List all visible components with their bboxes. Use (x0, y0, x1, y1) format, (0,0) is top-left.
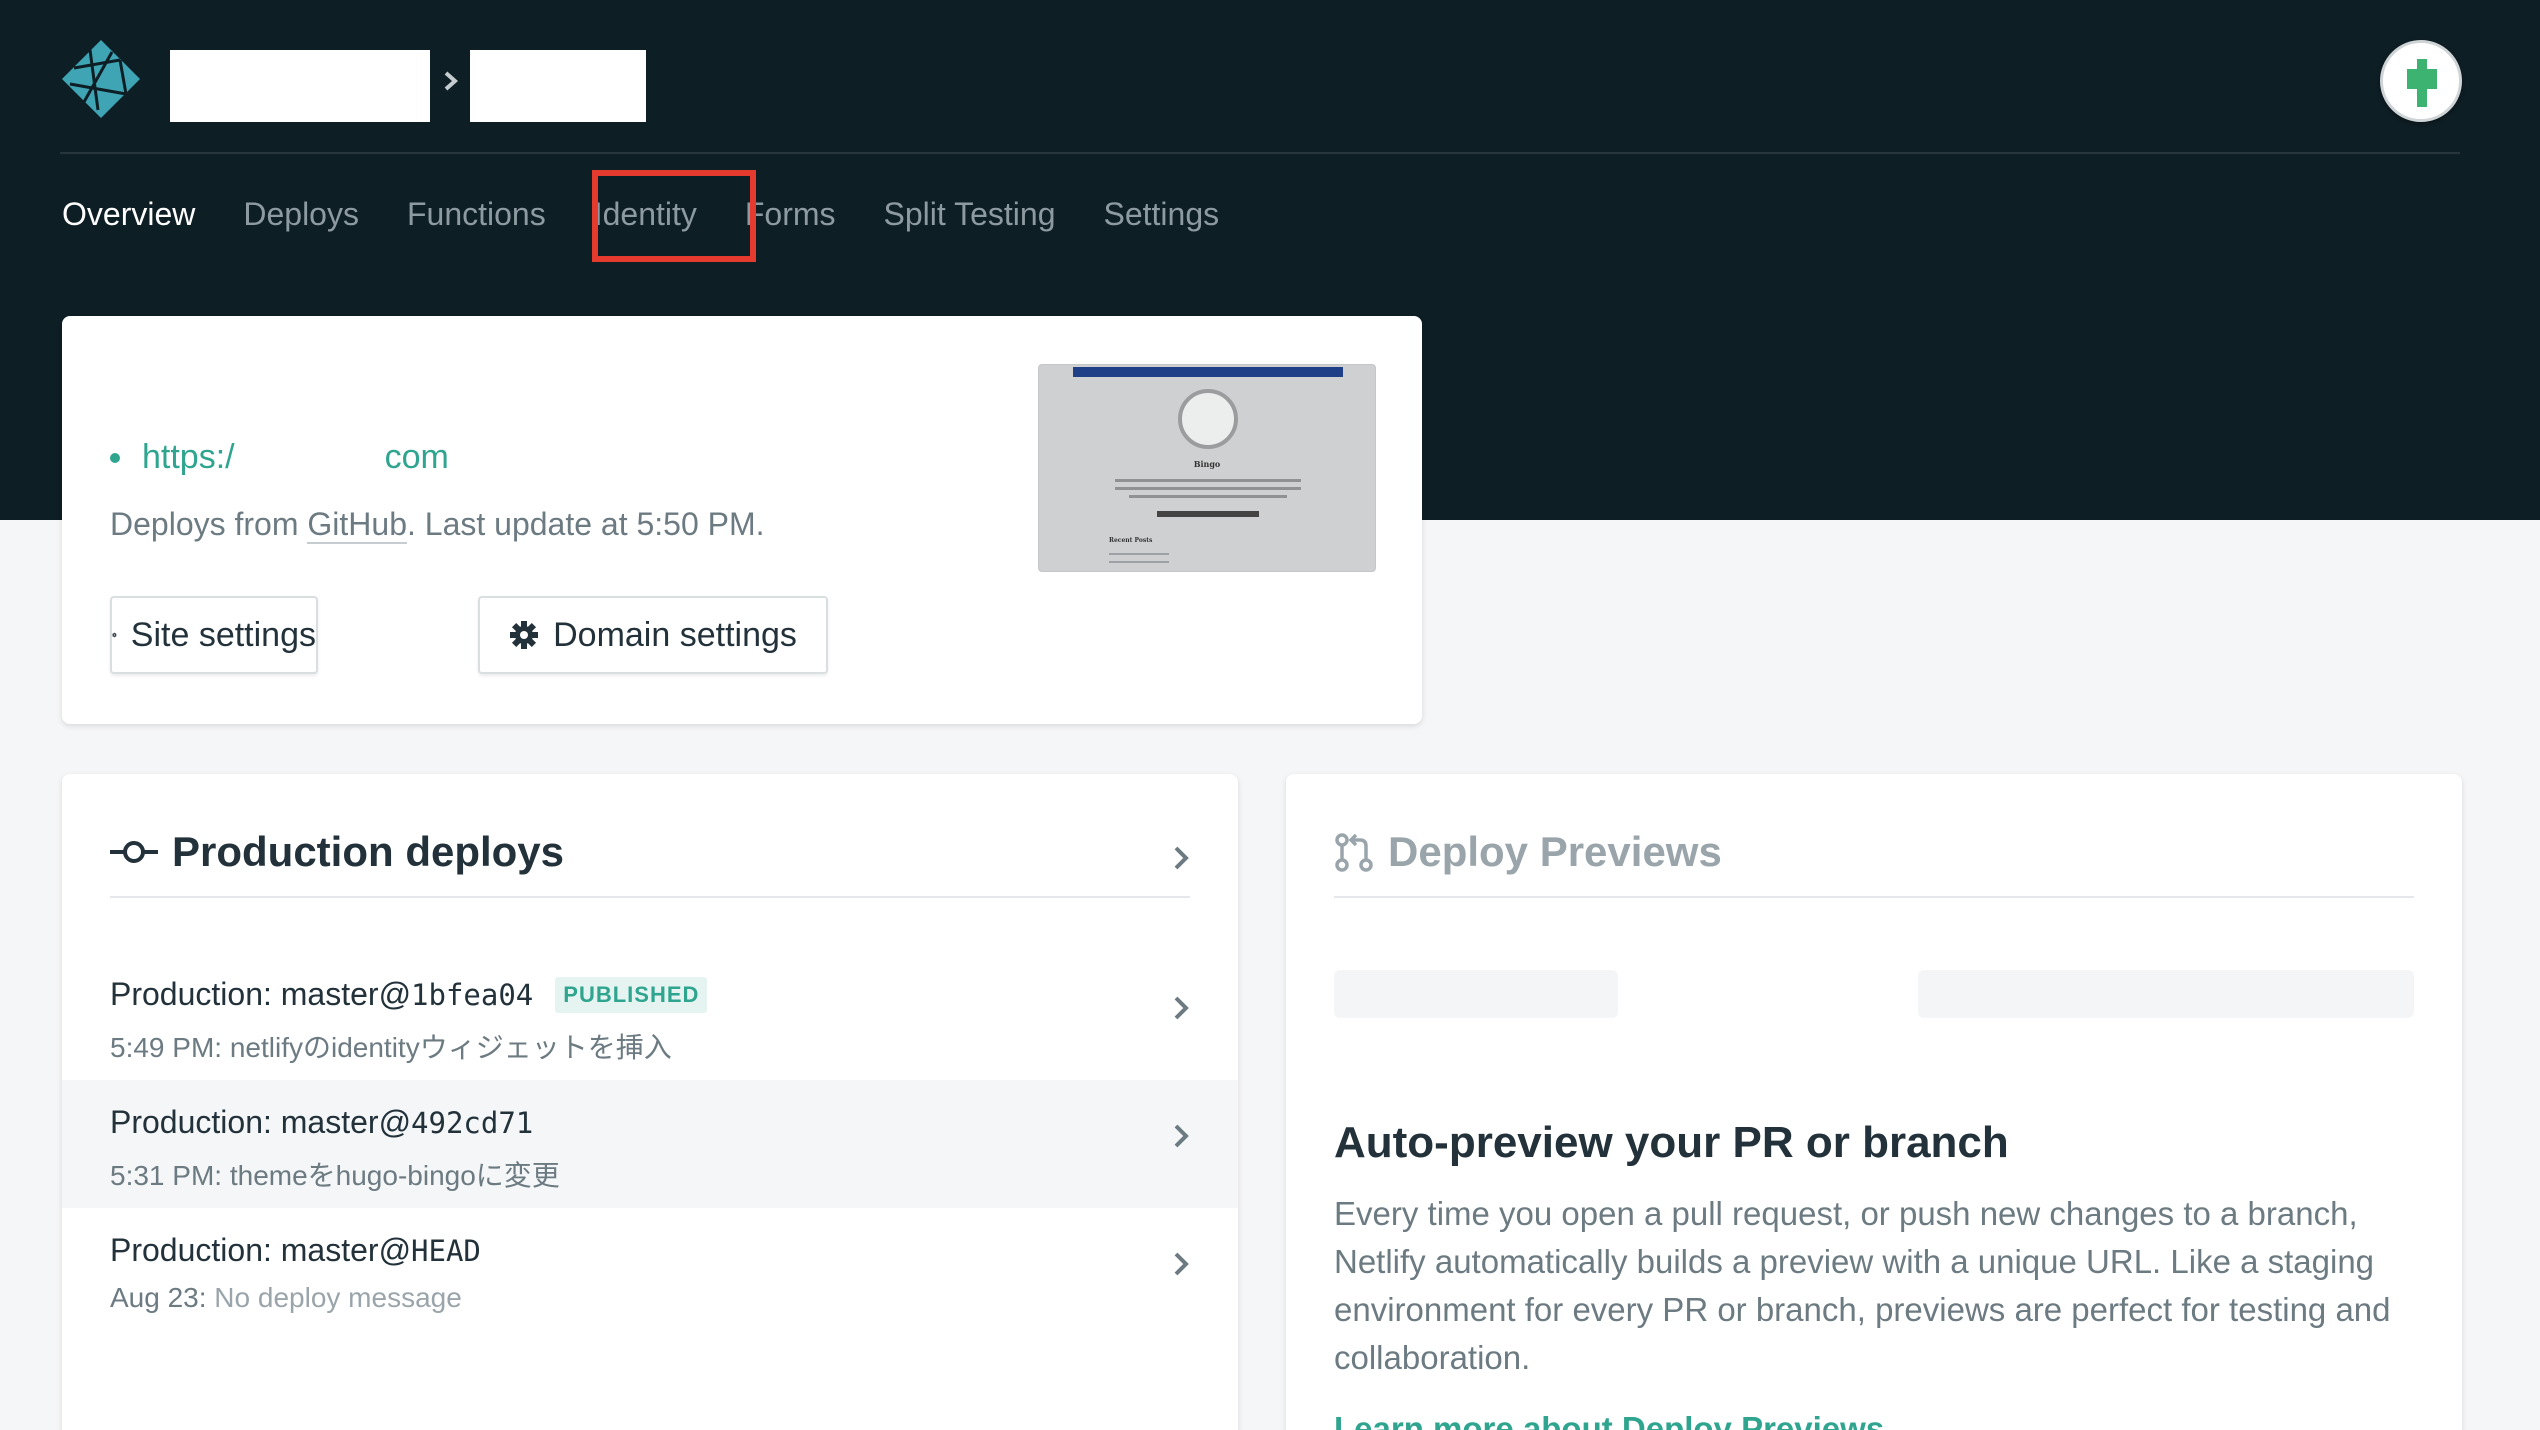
deploy-time: 5:31 PM: (110, 1160, 223, 1191)
production-deploys-title[interactable]: Production deploys (110, 828, 564, 876)
deploy-message: 5:31 PM: themeをhugo-bingoに変更 (110, 1154, 560, 1194)
thumb-recent-posts: Recent Posts (1109, 537, 1153, 544)
deploy-branch: Production: master@ (110, 976, 412, 1012)
status-dot-icon (110, 452, 120, 463)
breadcrumb-team[interactable] (170, 50, 430, 122)
deploy-message: Aug 23: No deploy message (110, 1282, 462, 1314)
tab-overview[interactable]: Overview (62, 190, 195, 238)
status-badge: PUBLISHED (555, 976, 708, 1013)
chevron-right-icon[interactable] (1172, 844, 1190, 872)
site-url-link[interactable]: https:/ com (110, 438, 449, 477)
thumb-navbar (1073, 367, 1343, 377)
deploy-source-text: Deploys from GitHub. Last update at 5:50… (110, 506, 765, 544)
deploy-title: Production: master@ 492cd71 (110, 1104, 533, 1141)
deploy-row[interactable]: Production: master@ HEAD Aug 23: No deplo… (62, 1208, 1238, 1336)
site-overview-card: https:/ com Deploys from GitHub. Last up… (62, 316, 1422, 724)
github-link[interactable]: GitHub (307, 506, 407, 544)
site-settings-button[interactable]: Site settings (110, 596, 318, 674)
learn-more-link[interactable]: Learn more about Deploy Previews (1334, 1410, 1884, 1430)
preview-placeholder (1918, 970, 2414, 1018)
deploy-commit-ref: 1bfea04 (411, 977, 534, 1012)
production-deploys-label: Production deploys (172, 828, 565, 875)
gear-icon (510, 621, 539, 649)
last-update-text: . Last update at 5:50 PM. (406, 506, 765, 542)
chevron-right-icon (1174, 996, 1189, 1020)
deploy-branch: Production: master@ (110, 1232, 412, 1268)
deploy-title: Production: master@ 1bfea04 PUBLISHED (110, 976, 708, 1013)
thumb-text-line (1115, 487, 1301, 490)
deploy-previews-label: Deploy Previews (1388, 828, 1722, 875)
tab-deploys[interactable]: Deploys (243, 190, 359, 238)
deploy-commit-ref: HEAD (411, 1233, 481, 1268)
chevron-right-icon (1174, 1252, 1189, 1276)
deploy-previews-title[interactable]: Deploy Previews (1334, 828, 1722, 876)
auto-preview-heading: Auto-preview your PR or branch (1334, 1118, 2009, 1167)
preview-placeholder (1334, 970, 1618, 1018)
thumb-social-icons (1157, 511, 1259, 517)
pull-request-icon (1335, 833, 1373, 872)
header-divider (60, 152, 2460, 154)
deploy-message-text: themeをhugo-bingoに変更 (222, 1160, 560, 1191)
domain-settings-label: Domain settings (553, 615, 797, 654)
production-deploys-card: Production deploys Production: master@ 1b… (62, 774, 1238, 1430)
deploy-commit-ref: 492cd71 (411, 1105, 534, 1140)
auto-preview-description: Every time you open a pull request, or p… (1334, 1195, 2391, 1376)
deploy-row[interactable]: Production: master@ 1bfea04 PUBLISHED 5:4… (62, 952, 1238, 1080)
thumb-post-line (1109, 561, 1169, 563)
deploy-row[interactable]: Production: master@ 492cd71 5:31 PM: them… (62, 1080, 1238, 1208)
deploy-time: Aug 23: (110, 1282, 207, 1313)
netlify-logo-icon[interactable] (60, 38, 142, 120)
deploy-previews-card: Deploy Previews Auto-preview your PR or … (1286, 774, 2462, 1430)
deploy-branch: Production: master@ (110, 1104, 412, 1140)
tab-functions[interactable]: Functions (407, 190, 546, 238)
breadcrumb-chevron-icon (444, 71, 459, 91)
site-url-end: com (384, 438, 449, 476)
identity-tab-highlight-box (592, 170, 756, 262)
breadcrumb-site[interactable] (470, 50, 646, 122)
thumb-post-line (1109, 553, 1169, 555)
site-url-start: https:/ (142, 438, 235, 476)
domain-settings-button[interactable]: Domain settings (478, 596, 828, 674)
git-commit-icon (110, 841, 158, 863)
deploy-message-text: netlifyのidentityウィジェットを挿入 (222, 1032, 672, 1063)
thumb-text-line (1129, 495, 1287, 498)
deploy-time: 5:49 PM: (110, 1032, 223, 1063)
card-divider (110, 896, 1190, 898)
deploy-message: 5:49 PM: netlifyのidentityウィジェットを挿入 (110, 1026, 672, 1066)
user-avatar[interactable] (2380, 40, 2462, 122)
thumb-avatar-icon (1178, 389, 1238, 449)
chevron-right-icon (1174, 1124, 1189, 1148)
deploy-title: Production: master@ HEAD (110, 1232, 481, 1269)
tab-split-testing[interactable]: Split Testing (884, 190, 1056, 238)
tab-forms[interactable]: Forms (745, 190, 836, 238)
tab-settings[interactable]: Settings (1103, 190, 1219, 238)
thumb-text-line (1115, 479, 1301, 482)
gear-icon (112, 632, 117, 638)
deploys-from-prefix: Deploys from (110, 506, 299, 542)
site-settings-label: Site settings (130, 615, 316, 654)
card-divider (1334, 896, 2414, 898)
site-screenshot-thumbnail[interactable]: Bingo Recent Posts (1038, 364, 1376, 572)
thumb-title: Bingo (1193, 459, 1221, 469)
deploy-message-text: No deploy message (206, 1282, 462, 1313)
